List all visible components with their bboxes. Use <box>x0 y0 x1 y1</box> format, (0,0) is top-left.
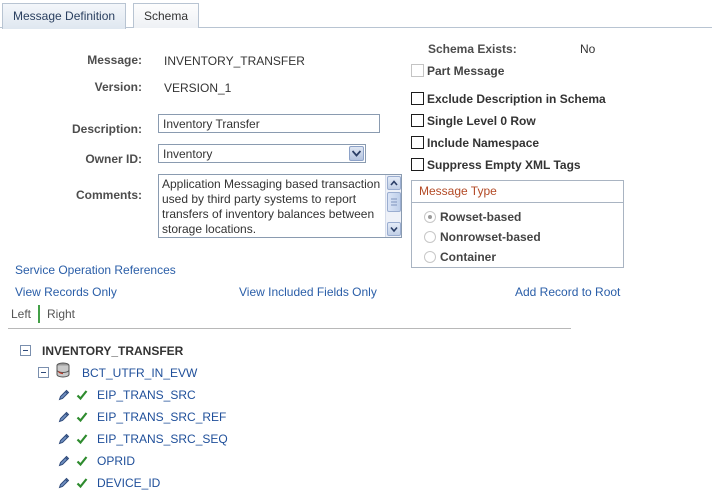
radio-nonrowset-based[interactable] <box>424 231 436 243</box>
nav-right[interactable]: Right <box>47 307 75 321</box>
owner-id-label: Owner ID: <box>85 152 142 166</box>
radio-rowset-based-label: Rowset-based <box>440 210 522 224</box>
radio-nonrowset-based-label: Nonrowset-based <box>440 230 541 244</box>
tree-field-label[interactable]: EIP_TRANS_SRC_REF <box>97 410 226 424</box>
message-value: INVENTORY_TRANSFER <box>164 54 305 68</box>
checkmark-icon[interactable] <box>76 477 88 492</box>
tree-field-label[interactable]: EIP_TRANS_SRC_SEQ <box>97 432 228 446</box>
arrow-up-icon <box>390 180 398 186</box>
pencil-icon[interactable] <box>58 411 70 426</box>
nav-separator <box>38 305 40 323</box>
comments-text: Application Messaging based transaction … <box>162 177 381 236</box>
tree-record-label[interactable]: BCT_UTFR_IN_EVW <box>82 366 197 380</box>
single-level-checkbox[interactable] <box>411 114 424 127</box>
divider-line <box>8 328 571 329</box>
suppress-empty-label: Suppress Empty XML Tags <box>427 158 581 172</box>
scroll-down-button[interactable] <box>387 222 401 236</box>
checkmark-icon[interactable] <box>76 389 88 404</box>
pencil-icon[interactable] <box>58 455 70 470</box>
scroll-thumb[interactable] <box>387 192 401 212</box>
tree-root-label: INVENTORY_TRANSFER <box>42 344 184 358</box>
view-included-fields-only-link[interactable]: View Included Fields Only <box>239 285 377 299</box>
tree-field-label[interactable]: DEVICE_ID <box>97 476 160 490</box>
message-type-group: Message Type Rowset-based Nonrowset-base… <box>411 180 624 268</box>
schema-exists-value: No <box>580 42 596 56</box>
scroll-up-button[interactable] <box>387 176 401 190</box>
tab-schema[interactable]: Schema <box>133 3 200 28</box>
description-input[interactable] <box>158 114 380 133</box>
version-label: Version: <box>94 80 142 94</box>
exclude-description-checkbox[interactable] <box>411 92 424 105</box>
nav-left[interactable]: Left <box>11 307 31 321</box>
chevron-down-icon[interactable] <box>349 146 364 161</box>
database-icon <box>56 362 70 378</box>
include-namespace-checkbox[interactable] <box>411 136 424 149</box>
checkmark-icon[interactable] <box>76 433 88 448</box>
exclude-description-label: Exclude Description in Schema <box>427 92 606 106</box>
tree-field-label[interactable]: OPRID <box>97 454 135 468</box>
pencil-icon[interactable] <box>58 389 70 404</box>
checkmark-icon[interactable] <box>76 455 88 470</box>
grip-icon <box>391 198 397 206</box>
arrow-down-icon <box>390 226 398 233</box>
description-label: Description: <box>71 122 142 136</box>
tab-message-definition[interactable]: Message Definition <box>2 3 127 29</box>
owner-id-select[interactable]: Inventory <box>158 144 366 163</box>
comments-label: Comments: <box>75 188 142 202</box>
comments-scrollbar[interactable] <box>385 175 401 237</box>
single-level-label: Single Level 0 Row <box>427 114 536 128</box>
comments-textarea[interactable]: Application Messaging based transaction … <box>158 174 402 238</box>
add-record-to-root-link[interactable]: Add Record to Root <box>515 285 620 299</box>
part-message-label: Part Message <box>427 64 505 78</box>
radio-container-label: Container <box>440 250 497 264</box>
message-label: Message: <box>87 53 142 67</box>
checkmark-icon[interactable] <box>76 411 88 426</box>
message-type-header: Message Type <box>412 181 623 203</box>
radio-container[interactable] <box>424 251 436 263</box>
pencil-icon[interactable] <box>58 477 70 492</box>
owner-id-value: Inventory <box>163 147 213 161</box>
suppress-empty-checkbox[interactable] <box>411 158 424 171</box>
service-operation-references-link[interactable]: Service Operation References <box>15 263 176 277</box>
collapse-root-toggle[interactable] <box>20 345 31 356</box>
view-records-only-link[interactable]: View Records Only <box>15 285 117 299</box>
version-value: VERSION_1 <box>164 81 232 95</box>
include-namespace-label: Include Namespace <box>427 136 540 150</box>
tree-field-label[interactable]: EIP_TRANS_SRC <box>97 388 196 402</box>
part-message-checkbox[interactable] <box>411 64 424 77</box>
radio-rowset-based[interactable] <box>424 211 436 223</box>
pencil-icon[interactable] <box>58 433 70 448</box>
schema-exists-label: Schema Exists: <box>428 42 517 56</box>
collapse-record-toggle[interactable] <box>38 367 49 378</box>
